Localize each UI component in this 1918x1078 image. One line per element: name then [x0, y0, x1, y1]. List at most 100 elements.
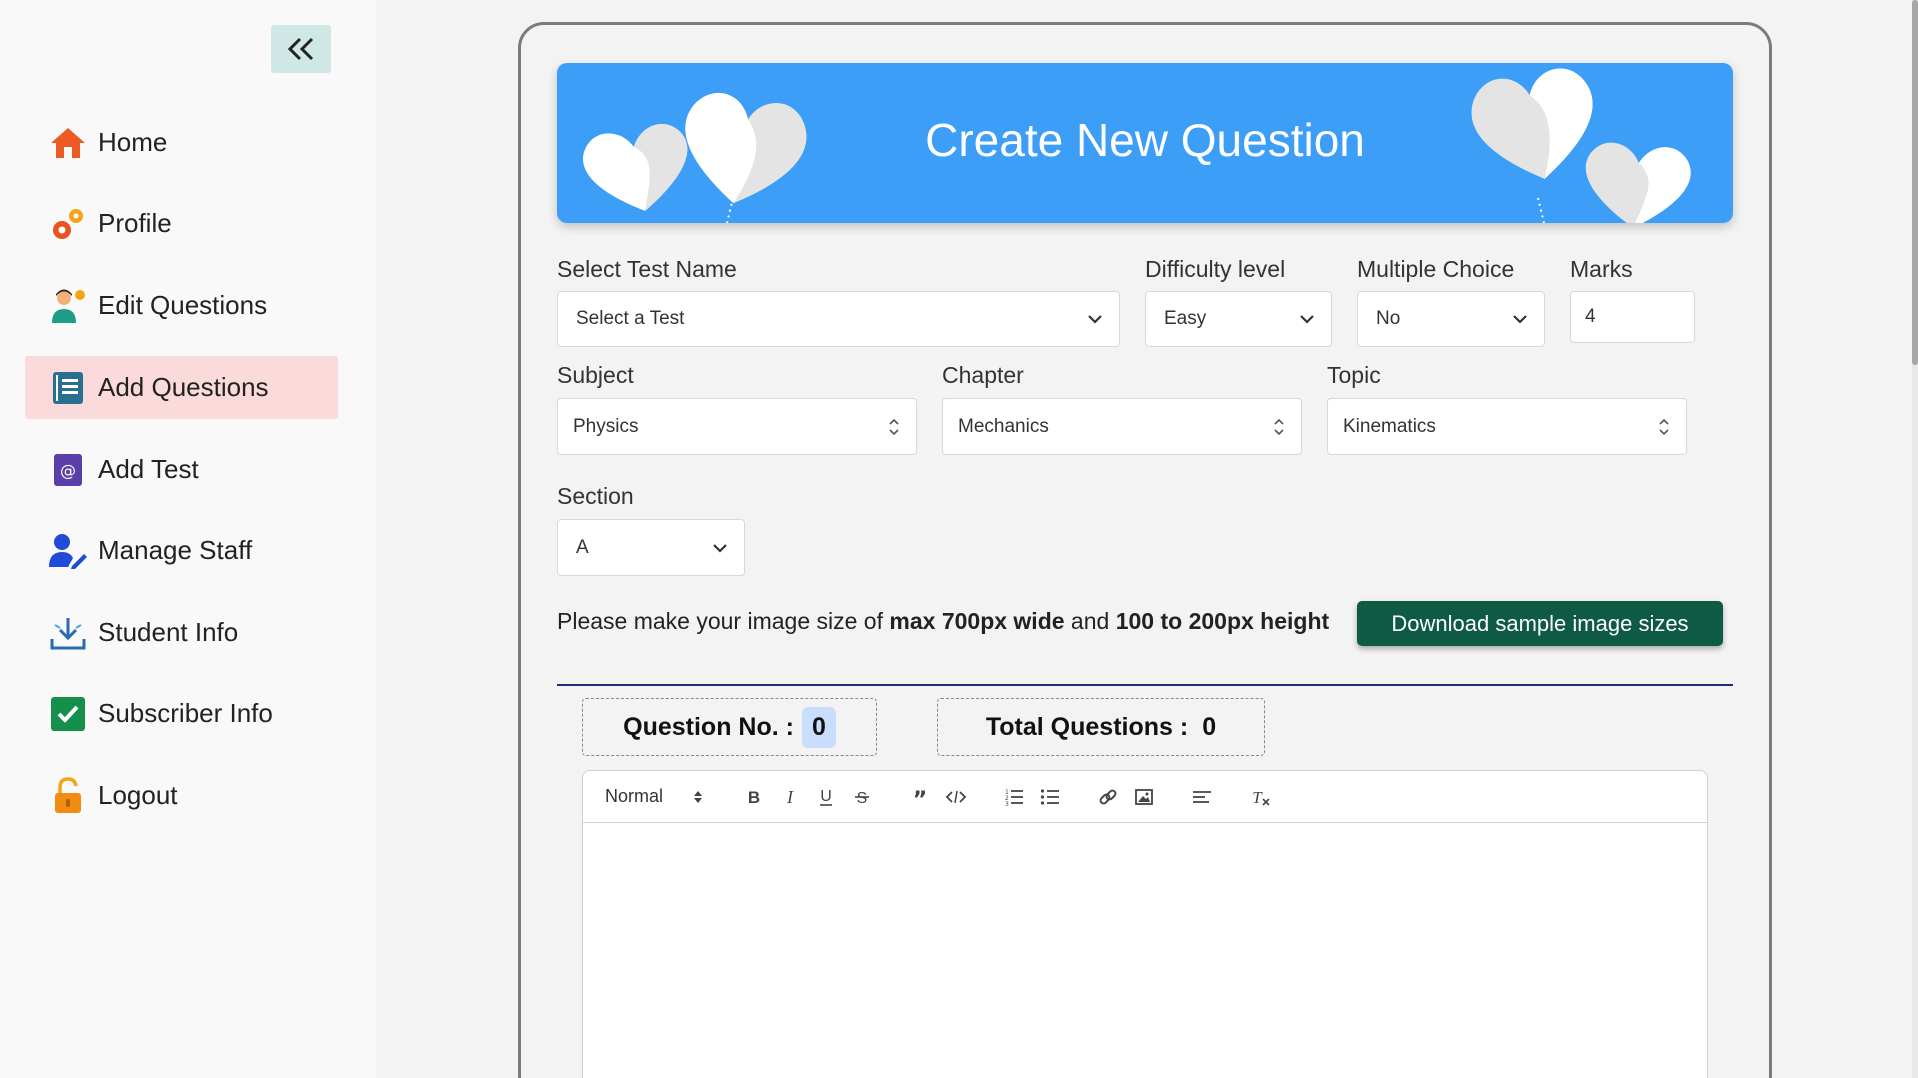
chevron-down-icon — [713, 543, 727, 553]
collapse-sidebar-button[interactable] — [271, 25, 331, 73]
format-select-value: Normal — [605, 786, 664, 806]
sidebar-item-student-info[interactable]: Student Info — [25, 601, 338, 664]
sidebar: Home Profile Edit Questions Add Question… — [0, 0, 376, 1078]
svg-text:3: 3 — [1005, 801, 1009, 806]
italic-icon[interactable]: I — [775, 782, 805, 812]
question-editor: Normal B I U S ” 123 T — [582, 770, 1708, 1078]
difficulty-label: Difficulty level — [1145, 256, 1286, 282]
bullet-list-icon[interactable] — [1035, 782, 1065, 812]
section-label: Section — [557, 483, 634, 509]
sidebar-item-label: Student Info — [98, 617, 239, 647]
test-name-select[interactable]: Select a Test — [557, 291, 1120, 347]
gears-icon — [47, 203, 89, 245]
sidebar-item-label: Logout — [98, 780, 178, 810]
download-tray-icon — [47, 612, 89, 654]
home-icon — [47, 122, 89, 164]
question-number-value: 0 — [801, 706, 836, 748]
chapter-label: Chapter — [942, 362, 1024, 388]
blockquote-icon[interactable]: ” — [905, 782, 935, 812]
scrollbar-thumb[interactable] — [1912, 0, 1918, 365]
sidebar-item-label: Subscriber Info — [98, 698, 273, 728]
svg-text:S: S — [857, 790, 868, 806]
note-text: and — [1064, 608, 1116, 634]
subject-value: Physics — [573, 415, 639, 437]
sidebar-item-add-questions[interactable]: Add Questions — [25, 356, 338, 419]
sidebar-item-label: Add Questions — [98, 372, 269, 402]
user-pen-icon — [47, 530, 89, 572]
svg-text:B: B — [748, 788, 760, 806]
subject-select[interactable]: Physics — [557, 398, 917, 455]
sidebar-item-add-test[interactable]: @ Add Test — [25, 438, 338, 501]
sidebar-item-home[interactable]: Home — [25, 111, 338, 174]
sidebar-item-logout[interactable]: Logout — [25, 764, 338, 827]
chevron-down-icon — [1088, 315, 1102, 324]
total-questions-value: 0 — [1202, 712, 1217, 741]
bold-icon[interactable]: B — [739, 782, 769, 812]
image-size-note: Please make your image size of max 700px… — [557, 608, 1329, 635]
notebook-icon — [47, 367, 89, 409]
topic-select[interactable]: Kinematics — [1327, 398, 1687, 455]
note-bold-height: 100 to 200px height — [1115, 608, 1330, 634]
page-scrollbar[interactable] — [1912, 0, 1918, 1078]
up-down-arrows-icon — [1274, 418, 1284, 435]
sidebar-item-manage-staff[interactable]: Manage Staff — [25, 519, 338, 582]
chevron-down-icon — [1300, 315, 1314, 324]
ordered-list-icon[interactable]: 123 — [999, 782, 1029, 812]
strike-icon[interactable]: S — [847, 782, 877, 812]
multiple-choice-label: Multiple Choice — [1357, 256, 1515, 282]
underline-icon[interactable]: U — [811, 782, 841, 812]
up-down-arrows-icon — [694, 790, 702, 803]
test-name-label: Select Test Name — [557, 256, 737, 282]
svg-text:I: I — [786, 788, 794, 806]
clean-format-icon[interactable]: T — [1245, 782, 1275, 812]
total-questions-label: Total Questions : — [985, 712, 1189, 741]
chapter-value: Mechanics — [958, 415, 1049, 437]
section-select[interactable]: A — [557, 519, 745, 576]
topic-value: Kinematics — [1343, 415, 1436, 437]
sidebar-item-subscriber-info[interactable]: Subscriber Info — [25, 682, 338, 745]
total-questions-box: Total Questions : 0 — [937, 698, 1265, 756]
note-text: Please make your image size of — [557, 608, 890, 634]
image-icon[interactable] — [1129, 782, 1159, 812]
up-down-arrows-icon — [889, 418, 899, 435]
checkbox-icon — [47, 693, 89, 735]
difficulty-select[interactable]: Easy — [1145, 291, 1332, 347]
download-sample-button[interactable]: Download sample image sizes — [1357, 601, 1723, 646]
svg-text:T: T — [1252, 788, 1263, 807]
multiple-choice-select[interactable]: No — [1357, 291, 1545, 347]
chapter-select[interactable]: Mechanics — [942, 398, 1302, 455]
divider — [557, 684, 1733, 686]
editor-toolbar: Normal B I U S ” 123 T — [583, 771, 1707, 823]
svg-text:@: @ — [60, 461, 76, 480]
page-banner: Create New Question — [557, 63, 1733, 223]
sidebar-item-label: Edit Questions — [98, 290, 268, 320]
svg-text:”: ” — [913, 790, 927, 804]
test-name-value: Select a Test — [576, 308, 685, 329]
double-chevron-left-icon — [287, 37, 314, 61]
marks-input[interactable]: 4 — [1570, 291, 1695, 343]
sidebar-item-profile[interactable]: Profile — [25, 192, 338, 255]
code-block-icon[interactable] — [941, 782, 971, 812]
difficulty-value: Easy — [1164, 308, 1207, 329]
at-book-icon: @ — [47, 449, 89, 491]
sidebar-item-label: Profile — [98, 208, 172, 238]
section-value: A — [576, 536, 589, 558]
align-icon[interactable] — [1187, 782, 1217, 812]
note-bold-width: max 700px wide — [889, 608, 1065, 634]
link-icon[interactable] — [1093, 782, 1123, 812]
sidebar-item-label: Home — [98, 127, 168, 157]
topic-label: Topic — [1327, 362, 1381, 388]
sidebar-item-label: Manage Staff — [98, 535, 253, 565]
lock-open-icon — [47, 775, 89, 817]
question-number-box: Question No. : 0 — [582, 698, 877, 756]
marks-value: 4 — [1585, 306, 1596, 327]
editor-content-area[interactable] — [583, 823, 1707, 1078]
sidebar-item-edit-questions[interactable]: Edit Questions — [25, 274, 338, 337]
page-title: Create New Question — [925, 114, 1365, 166]
chevron-down-icon — [1513, 315, 1527, 324]
format-select[interactable]: Normal — [605, 786, 717, 807]
sidebar-item-label: Add Test — [98, 454, 199, 484]
svg-text:U: U — [820, 788, 832, 805]
question-number-label: Question No. : — [623, 712, 794, 741]
subject-label: Subject — [557, 362, 634, 388]
